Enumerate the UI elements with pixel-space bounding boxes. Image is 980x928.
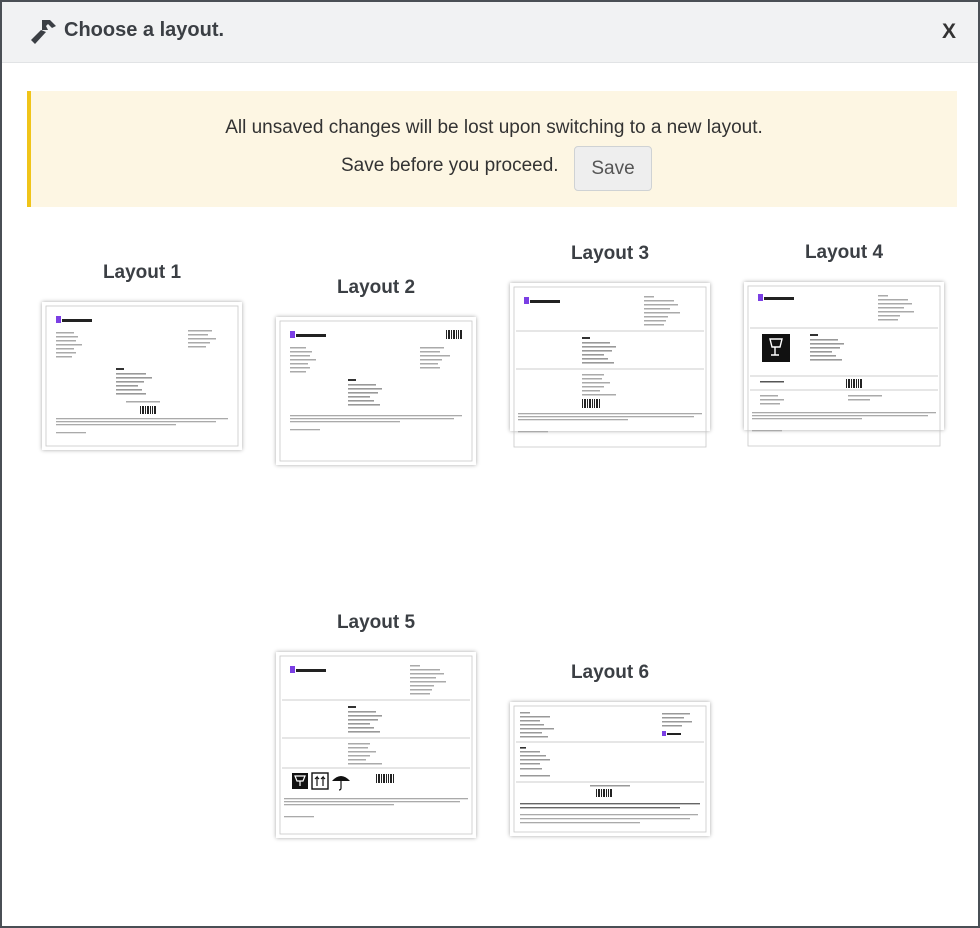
layout-5-label: Layout 5 [336,612,416,633]
layout-5-preview [279,655,473,835]
close-button[interactable]: X [932,16,966,48]
unsaved-changes-alert: All unsaved changes will be lost upon sw… [27,91,957,207]
layout-5-thumbnail[interactable] [276,652,476,838]
layout-2-label: Layout 2 [336,277,416,298]
layout-3-preview [513,286,707,448]
layout-4-thumbnail[interactable] [744,282,944,447]
layout-dialog: Choose a layout. X All unsaved changes w… [0,0,980,928]
dialog-header: Choose a layout. X [2,2,978,63]
layout-3-thumbnail[interactable] [510,283,710,448]
layout-2-preview [279,320,473,462]
layout-4-preview [747,285,941,447]
layout-2-thumbnail[interactable] [276,317,476,465]
layout-3-label: Layout 3 [570,243,650,264]
layout-6-thumbnail[interactable] [510,702,710,836]
alert-prompt: Save before you proceed. [341,155,559,176]
alert-message: All unsaved changes will be lost upon sw… [225,117,763,138]
brush-icon [31,20,56,44]
layout-6-label: Layout 6 [570,662,650,683]
layout-4-label: Layout 4 [804,242,884,263]
layout-1-thumbnail[interactable] [42,302,242,450]
layout-1-preview [45,305,239,447]
layout-6-preview [513,705,707,833]
layout-1-label: Layout 1 [102,262,182,283]
save-button[interactable]: Save [574,146,652,191]
dialog-title: Choose a layout. [64,19,225,41]
